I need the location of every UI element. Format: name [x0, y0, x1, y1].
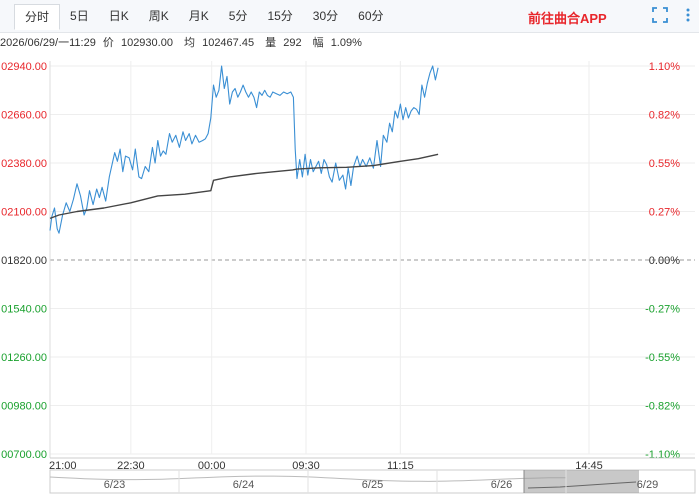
y-tick-label: 02380.00 [1, 158, 47, 170]
pct-tick-label: 0.00% [649, 255, 680, 267]
y-tick-label: 00700.00 [1, 449, 47, 461]
navigator-date-label: 6/24 [233, 479, 254, 491]
y-tick-label: 01260.00 [1, 352, 47, 364]
navigator-date-label: 6/29 [637, 479, 658, 491]
pct-tick-label: -0.82% [645, 401, 680, 413]
pct-tick-label: -1.10% [645, 449, 680, 461]
pct-tick-label: 1.10% [649, 61, 680, 73]
navigator-date-label: 6/23 [104, 479, 125, 491]
pct-tick-label: 0.27% [649, 207, 680, 219]
series-price-line [49, 65, 439, 234]
y-tick-label: 02660.00 [1, 110, 47, 122]
y-tick-label: 02100.00 [1, 207, 47, 219]
navigator-date-label: 6/25 [362, 479, 383, 491]
pct-tick-label: 0.55% [649, 158, 680, 170]
y-tick-label: 00980.00 [1, 401, 47, 413]
navigator-date-label: 6/26 [491, 479, 512, 491]
pct-tick-label: -0.55% [645, 352, 680, 364]
pct-tick-label: 0.82% [649, 110, 680, 122]
pct-tick-label: -0.27% [645, 304, 680, 316]
y-tick-label: 01540.00 [1, 304, 47, 316]
navigator-selection[interactable] [524, 470, 639, 493]
y-tick-label: 01820.00 [1, 255, 47, 267]
intraday-chart: 02940.00 1.10% 02660.00 0.82% 02380.00 0.55% 0… [1, 61, 696, 494]
y-tick-label: 02940.00 [1, 61, 47, 73]
